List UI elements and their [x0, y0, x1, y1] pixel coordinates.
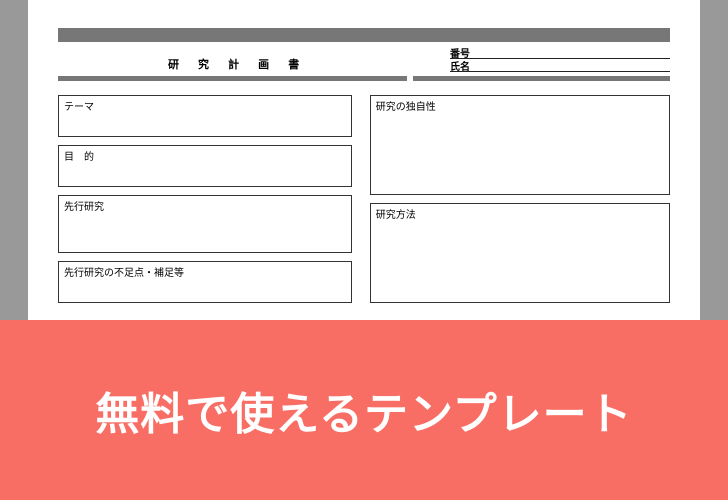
field-label: 先行研究	[64, 198, 346, 213]
field-label: テーマ	[64, 98, 346, 113]
field-label: 研究方法	[376, 206, 664, 221]
field-prior-research-gaps: 先行研究の不足点・補足等	[58, 261, 352, 303]
document-frame: 研 究 計 画 書 番号 氏名 テーマ	[0, 0, 728, 320]
right-column: 研究の独自性 研究方法	[370, 95, 670, 303]
field-label: 研究の独自性	[376, 98, 664, 113]
number-field: 番号	[450, 46, 670, 59]
field-purpose: 目 的	[58, 145, 352, 187]
thin-bar-left	[58, 76, 407, 81]
field-method: 研究方法	[370, 203, 670, 303]
document-header: 研 究 計 画 書 番号 氏名	[58, 44, 670, 74]
name-field: 氏名	[450, 59, 670, 72]
left-column: テーマ 目 的 先行研究 先行研究の不足点・補足等	[58, 95, 352, 303]
field-originality: 研究の独自性	[370, 95, 670, 195]
field-prior-research: 先行研究	[58, 195, 352, 253]
top-bar-decoration	[58, 28, 670, 42]
header-fields: 番号 氏名	[450, 46, 670, 72]
bottom-banner: 無料で使えるテンプレート	[0, 320, 728, 500]
form-columns: テーマ 目 的 先行研究 先行研究の不足点・補足等 研究の独自性	[58, 95, 670, 303]
thin-bar-decoration	[58, 76, 670, 81]
banner-text: 無料で使えるテンプレート	[95, 378, 632, 442]
thumbnail-container: 研 究 計 画 書 番号 氏名 テーマ	[0, 0, 728, 500]
thin-bar-right	[413, 76, 670, 81]
field-label: 先行研究の不足点・補足等	[64, 264, 346, 279]
field-theme: テーマ	[58, 95, 352, 137]
name-label: 氏名	[450, 58, 480, 73]
document-page: 研 究 計 画 書 番号 氏名 テーマ	[28, 0, 700, 320]
document-title: 研 究 計 画 書	[168, 56, 450, 72]
field-label: 目 的	[64, 148, 346, 163]
